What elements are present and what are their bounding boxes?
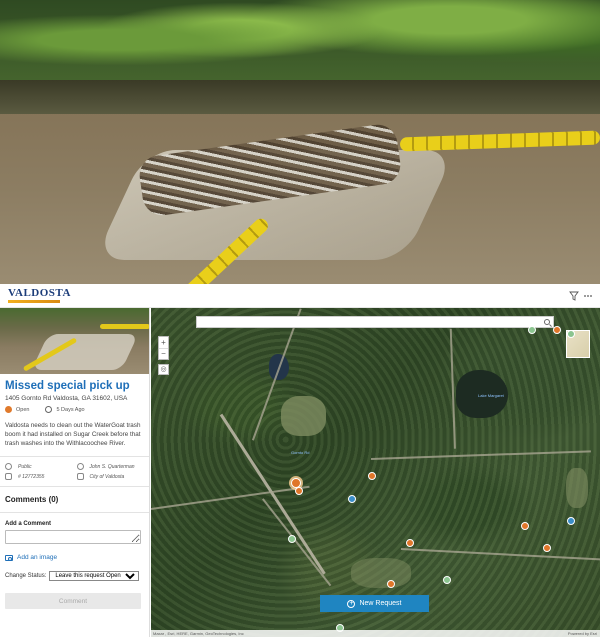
request-marker[interactable] [387, 580, 395, 588]
new-request-label: New Request [359, 600, 402, 607]
status-text: Open [16, 406, 30, 413]
submitter-text: John S. Quarterman [89, 463, 135, 470]
status-dot-icon [5, 406, 12, 413]
id-cell: # 12772355 [5, 473, 73, 480]
request-marker[interactable] [443, 576, 451, 584]
thumb-boom-2 [100, 324, 149, 329]
map-search-bar[interactable] [196, 316, 554, 328]
change-status-label: Change Status: [5, 573, 47, 579]
valdosta-logo[interactable]: VALDOSTA [8, 287, 71, 305]
add-comment-heading: Add a Comment [5, 521, 52, 527]
change-status-row: Change Status: Leave this request Open [0, 565, 149, 587]
request-title: Missed special pick up [5, 380, 130, 392]
status-row-meta: Open 5 Days Ago [0, 404, 149, 415]
lake-label: Lake Margaret [478, 393, 504, 398]
request-marker[interactable] [567, 330, 575, 338]
creek-bank [0, 80, 600, 114]
comment-field[interactable] [5, 530, 141, 544]
zoom-out-button[interactable]: − [159, 348, 168, 359]
search-icon[interactable] [544, 319, 550, 325]
add-image-link[interactable]: Add an image [0, 544, 149, 565]
submitter-cell: John S. Quarterman [76, 463, 145, 470]
map-view[interactable]: Lake Margaret Gornto Rd + − ◎ + New Requ… [151, 308, 600, 637]
tag-icon [5, 473, 12, 480]
request-photo [0, 0, 600, 284]
request-marker[interactable] [406, 539, 414, 547]
request-marker[interactable] [348, 495, 356, 503]
user-icon [76, 463, 84, 470]
logo-text: VALDOSTA [8, 287, 71, 299]
new-request-button[interactable]: + New Request [320, 595, 429, 612]
plus-circle-icon: + [347, 599, 356, 608]
eye-icon [5, 463, 12, 470]
request-marker[interactable] [528, 326, 536, 334]
request-detail-panel: Missed special pick up 1405 Gornto Rd Va… [0, 308, 150, 637]
comments-heading: Comments (0) [0, 487, 149, 513]
request-description: Valdosta needs to clean out the WaterGoa… [0, 415, 149, 457]
attribution-text: Maxar , Esri, HERE, Garmin, GeoTechnolog… [153, 631, 244, 636]
logo-underline [8, 300, 60, 303]
powered-by-esri[interactable]: Powered by Esri [568, 631, 597, 636]
add-image-label: Add an image [17, 554, 58, 561]
clock-icon [45, 406, 53, 413]
request-marker[interactable] [553, 326, 561, 334]
locate-icon[interactable]: ◎ [158, 364, 169, 375]
request-marker[interactable] [521, 522, 529, 530]
zoom-in-button[interactable]: + [159, 337, 168, 348]
building-icon [76, 473, 84, 480]
camera-icon [5, 554, 13, 561]
more-horizontal-icon[interactable] [580, 288, 596, 304]
request-marker[interactable] [567, 517, 575, 525]
request-marker[interactable] [288, 535, 296, 543]
app-header: VALDOSTA [0, 284, 600, 308]
neighborhood-clearing [351, 558, 411, 588]
comment-submit-button[interactable]: Comment [5, 593, 141, 609]
request-age: 5 Days Ago [56, 406, 85, 413]
request-thumbnail[interactable] [0, 308, 149, 374]
road-label: Gornto Rd [291, 450, 310, 455]
east-clearing [566, 468, 588, 508]
request-id-text: # 12772355 [18, 473, 45, 480]
request-marker[interactable] [368, 472, 376, 480]
request-marker[interactable] [543, 544, 551, 552]
visibility-text: Public [18, 463, 32, 470]
map-attribution: Maxar , Esri, HERE, Garmin, GeoTechnolog… [151, 630, 600, 637]
agency-text: City of Valdosta [89, 473, 125, 480]
request-info-grid: Public John S. Quarterman # 12772355 Cit… [0, 457, 149, 487]
status-select[interactable]: Leave this request Open [49, 571, 140, 581]
zoom-control: + − [158, 336, 169, 360]
agency-cell: City of Valdosta [76, 473, 145, 480]
request-address: 1405 Gornto Rd Valdosta, GA 31602, USA [5, 395, 128, 402]
field-clearing [281, 396, 326, 436]
request-marker[interactable] [295, 487, 303, 495]
visibility-cell: Public [5, 463, 73, 470]
